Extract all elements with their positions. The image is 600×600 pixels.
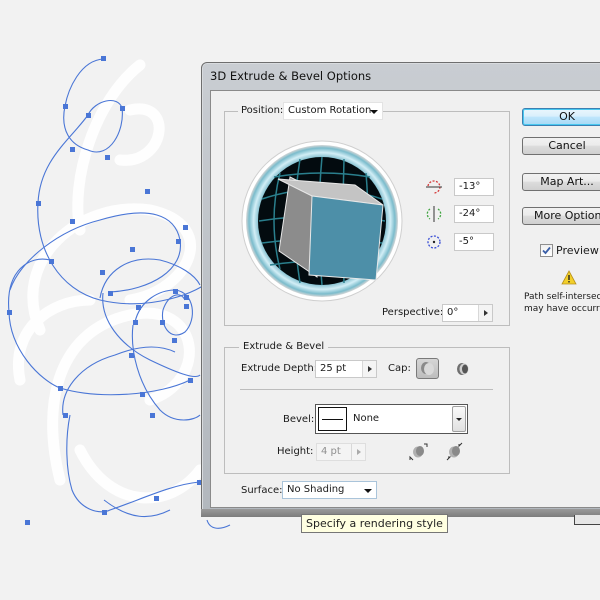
position-preset-value: Custom Rotation — [288, 105, 372, 116]
cap-on-button[interactable] — [416, 358, 439, 379]
extrude-depth-value: 25 pt — [320, 363, 347, 374]
bevel-height-value: 4 pt — [321, 446, 341, 457]
bevel-height-input: 4 pt — [316, 443, 366, 461]
rotate-y-axis-icon — [426, 206, 442, 222]
rotation-y-input[interactable]: -24° — [454, 205, 494, 223]
extrude-depth-label: Extrude Depth: — [241, 363, 318, 374]
surface-label: Surface: — [241, 485, 283, 496]
rotate-x-axis-icon — [426, 180, 442, 194]
perspective-slider-toggle[interactable] — [478, 305, 492, 321]
perspective-value: 0° — [447, 307, 459, 318]
surface-value: No Shading — [287, 484, 345, 495]
preview-checkbox[interactable] — [540, 244, 553, 257]
rotation-z-input[interactable]: -5° — [454, 233, 494, 251]
blue-bezier-paths — [8, 58, 231, 529]
extrude-depth-input[interactable]: 25 pt — [315, 360, 377, 378]
warning-text-line1: Path self-intersection — [524, 292, 600, 302]
bevel-dropdown-button[interactable] — [452, 406, 466, 432]
bevel-label: Bevel: — [283, 414, 315, 425]
bevel-value: None — [353, 413, 380, 424]
more-options-button[interactable]: More Options — [522, 207, 600, 225]
bevel-none-line-icon — [322, 419, 343, 420]
bevel-dropdown[interactable]: None — [315, 404, 468, 434]
rotate-z-axis-icon — [427, 235, 441, 249]
checkmark-icon — [542, 246, 551, 255]
rotation-trackball[interactable] — [240, 139, 404, 303]
cancel-button[interactable]: Cancel — [522, 137, 600, 155]
cube-front-face — [308, 195, 384, 281]
background-panel-edge — [574, 515, 600, 525]
warning-icon — [561, 270, 577, 285]
cap-solid-icon — [421, 362, 434, 375]
dialog-title: 3D Extrude & Bevel Options — [210, 69, 372, 83]
chevron-down-icon — [456, 418, 462, 421]
position-preset-dropdown[interactable]: Custom Rotation — [283, 102, 383, 120]
extrude-divider — [240, 389, 493, 390]
perspective-input[interactable]: 0° — [442, 304, 493, 322]
height-label: Height: — [277, 446, 314, 457]
map-art-button[interactable]: Map Art... — [522, 173, 600, 191]
bevel-swatch — [318, 407, 347, 431]
surface-dropdown[interactable]: No Shading — [282, 481, 377, 499]
extrude-depth-slider-toggle[interactable] — [362, 361, 376, 377]
bevel-in-icon[interactable] — [445, 441, 465, 461]
surface-tooltip: Specify a rendering style — [301, 514, 448, 533]
chevron-down-icon — [364, 489, 372, 493]
chevron-down-icon — [370, 110, 378, 114]
ok-button[interactable]: OK — [522, 108, 600, 126]
cap-label: Cap: — [388, 363, 411, 374]
position-label: Position: — [238, 105, 287, 116]
perspective-label: Perspective: — [382, 307, 444, 318]
preview-label[interactable]: Preview — [556, 244, 599, 257]
bevel-out-icon[interactable] — [409, 441, 429, 461]
warning-text-line2: may have occurred — [524, 304, 600, 314]
rotation-x-input[interactable]: -13° — [454, 178, 494, 196]
bevel-height-slider-toggle — [351, 444, 365, 460]
extrude-bevel-legend: Extrude & Bevel — [239, 341, 329, 352]
cap-hollow-button[interactable] — [455, 361, 471, 377]
white-script-strokes — [13, 59, 206, 504]
